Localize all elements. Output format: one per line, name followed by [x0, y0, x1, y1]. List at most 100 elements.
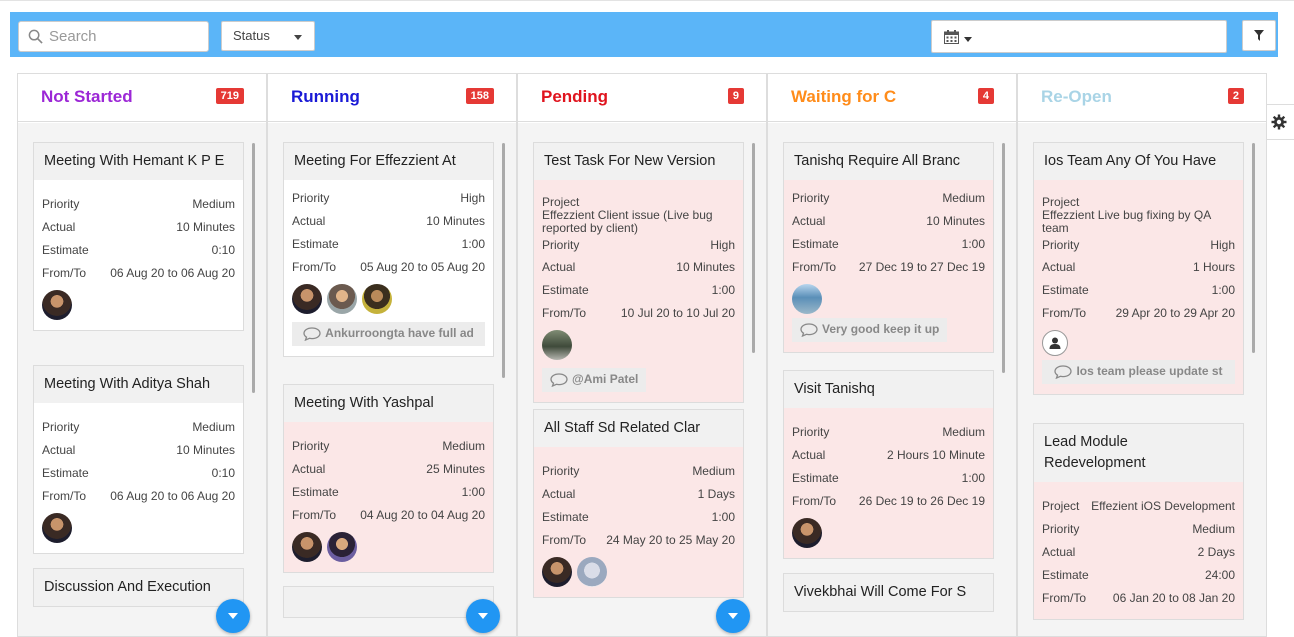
scrollbar[interactable]	[1252, 143, 1255, 353]
avatar[interactable]	[1042, 330, 1068, 356]
scrollbar[interactable]	[1002, 143, 1005, 373]
comment-text: @Ami Patel	[572, 372, 639, 386]
field-row: Actual 10 Minutes	[292, 213, 485, 228]
card-title[interactable]: Lead Module Redevelopment	[1034, 424, 1243, 482]
project-name: Effezzient Live bug fixing by QA team	[1042, 208, 1211, 235]
column-body[interactable]: Test Task For New Version Project Effezz…	[518, 123, 766, 636]
field-row: Actual 2 Hours 10 Minute	[792, 447, 985, 462]
field-row: Actual 10 Minutes	[542, 259, 735, 274]
avatar[interactable]	[327, 532, 357, 562]
field-row: Priority Medium	[42, 419, 235, 434]
task-card[interactable]: Tanishq Require All Branc Priority Medium…	[783, 142, 994, 353]
top-border	[0, 0, 1294, 4]
status-dropdown-label: Status	[233, 28, 270, 43]
status-dropdown[interactable]: Status	[221, 21, 315, 51]
scrollbar[interactable]	[752, 143, 755, 353]
card-title[interactable]: Meeting With Yashpal	[284, 385, 493, 422]
project-row: Project Effezient iOS Development	[1042, 494, 1235, 517]
comment-preview[interactable]: Ankurroongta have full ad	[292, 322, 485, 346]
card-title[interactable]: Meeting With Hemant K P E	[34, 143, 243, 180]
comment-preview[interactable]: Ios team please update st	[1042, 360, 1235, 384]
card-body: Priority Medium Actual 2 Hours 10 Minute E…	[784, 408, 993, 558]
field-row: Actual 25 Minutes	[292, 461, 485, 476]
field-row: From/To 04 Aug 20 to 04 Aug 20	[292, 507, 485, 522]
comment-preview[interactable]: @Ami Patel	[542, 368, 647, 392]
avatar[interactable]	[792, 518, 822, 548]
card-title[interactable]: Test Task For New Version	[534, 143, 743, 180]
task-card[interactable]: Test Task For New Version Project Effezz…	[533, 142, 744, 403]
avatar[interactable]	[292, 532, 322, 562]
card-title[interactable]: Tanishq Require All Branc	[784, 143, 993, 180]
card-title[interactable]: Visit Tanishq	[784, 371, 993, 408]
scroll-down-button[interactable]	[716, 599, 750, 633]
task-card[interactable]: Meeting For Effezzient At Priority High A…	[283, 142, 494, 357]
scrollbar[interactable]	[252, 143, 255, 393]
field-row: Estimate 1:00	[792, 236, 985, 251]
card-title[interactable]: Discussion And Execution	[34, 569, 243, 606]
comment-preview[interactable]: Very good keep it up	[792, 318, 948, 342]
field-row: Actual 1 Hours	[1042, 259, 1235, 274]
avatar[interactable]	[327, 284, 357, 314]
avatar[interactable]	[542, 330, 572, 360]
task-card[interactable]: Discussion And Execution	[33, 568, 244, 607]
comment-text: Very good keep it up	[822, 322, 940, 336]
count-badge: 9	[727, 88, 744, 104]
avatar[interactable]	[42, 290, 72, 320]
avatar[interactable]	[792, 284, 822, 314]
field-row: From/To 06 Jan 20 to 08 Jan 20	[1042, 590, 1235, 605]
task-card[interactable]: Vivekbhai Will Come For S	[783, 573, 994, 612]
card-title[interactable]: Ios Team Any Of You Have	[1034, 143, 1243, 180]
task-card[interactable]: Meeting With Yashpal Priority Medium Actu…	[283, 384, 494, 573]
avatar[interactable]	[577, 557, 607, 587]
project-label: Project	[1042, 498, 1080, 513]
filter-icon	[1254, 30, 1264, 41]
card-title[interactable]	[284, 587, 493, 617]
field-row: Estimate 1:00	[292, 236, 485, 251]
field-row: From/To 27 Dec 19 to 27 Dec 19	[792, 259, 985, 274]
task-card[interactable]: Lead Module Redevelopment Project Effezi…	[1033, 423, 1244, 620]
scroll-down-button[interactable]	[466, 599, 500, 633]
card-body: Project Effezzient Client issue (Live bu…	[534, 180, 743, 402]
column-title: Pending	[541, 87, 609, 106]
column-body[interactable]: Tanishq Require All Branc Priority Medium…	[768, 123, 1016, 636]
avatar[interactable]	[292, 284, 322, 314]
count-badge: 158	[465, 88, 494, 104]
search-input[interactable]	[49, 28, 199, 45]
column-body[interactable]: Meeting With Hemant K P E Priority Medium…	[18, 123, 266, 636]
field-row: From/To 05 Aug 20 to 05 Aug 20	[292, 259, 485, 274]
field-row: From/To 06 Aug 20 to 06 Aug 20	[42, 265, 235, 280]
column-body[interactable]: Meeting For Effezzient At Priority High A…	[268, 123, 516, 636]
avatar[interactable]	[542, 557, 572, 587]
scrollbar[interactable]	[502, 143, 505, 378]
column-not-started: Not Started 719 Meeting With Hemant K P …	[17, 73, 267, 637]
task-card[interactable]: Meeting With Hemant K P E Priority Medium…	[33, 142, 244, 331]
column-header: Re-Open 2	[1018, 74, 1266, 122]
filter-button[interactable]	[1242, 20, 1276, 51]
column-header: Waiting for C 4	[768, 74, 1016, 122]
card-title[interactable]: Vivekbhai Will Come For S	[784, 574, 993, 611]
field-row: Priority Medium	[1042, 521, 1235, 536]
field-row: Actual 1 Days	[542, 486, 735, 501]
avatar[interactable]	[362, 284, 392, 314]
project-name: Effezient iOS Development	[1091, 498, 1235, 513]
scroll-down-button[interactable]	[216, 599, 250, 633]
task-card[interactable]: Visit Tanishq Priority Medium Actual 2 Hou…	[783, 370, 994, 559]
card-title[interactable]: Meeting For Effezzient At	[284, 143, 493, 180]
card-title[interactable]: Meeting With Aditya Shah	[34, 366, 243, 403]
search-box[interactable]	[18, 21, 209, 52]
comment-icon	[1054, 365, 1073, 379]
card-body: Project Effezient iOS Development Priori…	[1034, 482, 1243, 619]
field-row: Estimate 1:00	[542, 509, 735, 524]
column-body[interactable]: Ios Team Any Of You Have Project Effezzi…	[1018, 123, 1266, 636]
field-row: From/To 24 May 20 to 25 May 20	[542, 532, 735, 547]
field-row: Priority Medium	[542, 463, 735, 478]
task-card[interactable]: All Staff Sd Related Clar Priority Medium…	[533, 409, 744, 598]
task-card[interactable]	[283, 586, 494, 618]
date-range-picker[interactable]	[931, 20, 1227, 53]
avatar[interactable]	[42, 513, 72, 543]
task-card[interactable]: Ios Team Any Of You Have Project Effezzi…	[1033, 142, 1244, 395]
card-title[interactable]: All Staff Sd Related Clar	[534, 410, 743, 447]
column-header: Pending 9	[518, 74, 766, 122]
field-row: From/To 06 Aug 20 to 06 Aug 20	[42, 488, 235, 503]
task-card[interactable]: Meeting With Aditya Shah Priority Medium …	[33, 365, 244, 554]
